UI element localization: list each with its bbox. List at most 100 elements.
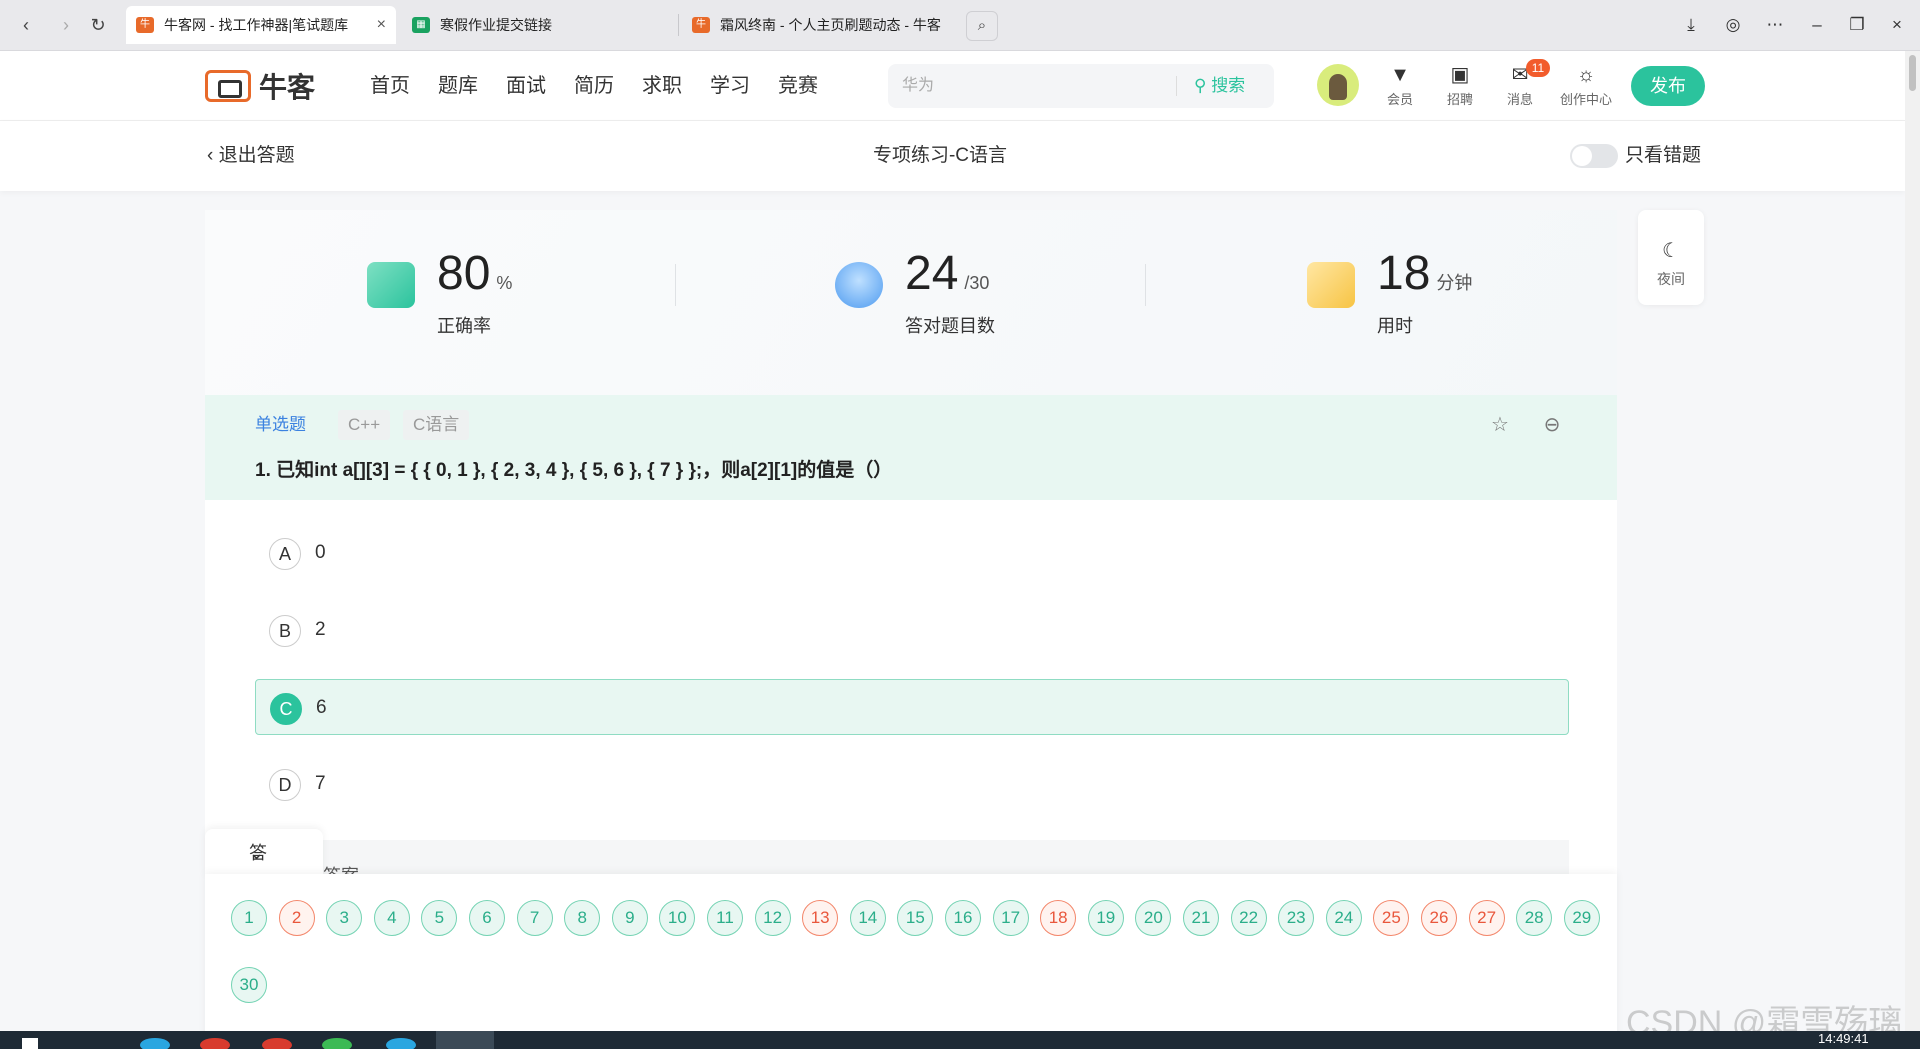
tag-cpp[interactable]: C++ xyxy=(338,410,391,440)
question-number-27[interactable]: 27 xyxy=(1468,900,1505,936)
question-number-25[interactable]: 25 xyxy=(1373,900,1410,936)
question-number-11[interactable]: 11 xyxy=(707,900,743,936)
question-number-15[interactable]: 15 xyxy=(897,900,934,936)
remove-icon[interactable]: ⊖ xyxy=(1540,413,1564,437)
question-number-28[interactable]: 28 xyxy=(1516,900,1553,936)
back-icon[interactable]: ‹ xyxy=(14,13,38,37)
taskbar-app-icon[interactable] xyxy=(262,1038,292,1049)
vip-icon: ▼ xyxy=(1390,64,1410,86)
vip-link[interactable]: ▼ 会员 xyxy=(1370,63,1430,108)
taskbar-app-icon[interactable] xyxy=(386,1038,416,1049)
answer-card-toggle[interactable]: 答题卡 ⌄ xyxy=(205,829,323,959)
taskbar-app-icon[interactable] xyxy=(200,1038,230,1049)
time-caption: 用时 xyxy=(1377,316,1413,336)
restore-icon[interactable]: ❐ xyxy=(1842,10,1872,40)
question-number-16[interactable]: 16 xyxy=(945,900,981,936)
option-a[interactable]: A 0 xyxy=(255,525,1569,581)
message-link[interactable]: ✉ 11 消息 xyxy=(1490,59,1550,108)
night-mode-label: 夜间 xyxy=(1657,271,1685,287)
option-c[interactable]: C 6 xyxy=(255,679,1569,735)
question-number-22[interactable]: 22 xyxy=(1230,900,1267,936)
nav-interview[interactable]: 面试 xyxy=(506,51,546,121)
creator-icon: ☼ xyxy=(1576,64,1596,86)
option-d[interactable]: D 7 xyxy=(255,756,1569,812)
question-number-30[interactable]: 30 xyxy=(231,967,267,1003)
globe-icon[interactable]: ◎ xyxy=(1718,10,1748,40)
nav-question-bank[interactable]: 题库 xyxy=(438,51,478,121)
publish-button[interactable]: 发布 xyxy=(1631,66,1705,106)
question-number-7[interactable]: 7 xyxy=(516,900,553,936)
question-number-10[interactable]: 10 xyxy=(659,900,696,936)
close-tab-icon[interactable]: × xyxy=(377,6,386,44)
search-button[interactable]: ⚲ 搜索 xyxy=(1194,64,1245,108)
question-number-24[interactable]: 24 xyxy=(1325,900,1362,936)
search-divider xyxy=(1176,76,1177,96)
logo[interactable]: 牛客 xyxy=(205,68,315,104)
minimize-icon[interactable]: – xyxy=(1802,10,1832,40)
nav-jobs[interactable]: 求职 xyxy=(642,51,682,121)
question-number-18[interactable]: 18 xyxy=(1040,900,1077,936)
windows-start-icon[interactable] xyxy=(22,1038,38,1049)
tag-c-language[interactable]: C语言 xyxy=(403,410,470,440)
creator-label: 创作中心 xyxy=(1559,92,1612,107)
option-b[interactable]: B 2 xyxy=(255,602,1569,658)
question-number-14[interactable]: 14 xyxy=(849,900,886,936)
question-number-9[interactable]: 9 xyxy=(611,900,648,936)
nav-resume[interactable]: 简历 xyxy=(574,51,614,121)
site-header: 牛客 首页 题库 面试 简历 求职 学习 竞赛 ⚲ 搜索 ▼ 会员 ▣ 招聘 ✉… xyxy=(0,51,1905,121)
question-number-17[interactable]: 17 xyxy=(992,900,1029,936)
forward-icon[interactable]: › xyxy=(54,13,78,37)
question-number-19[interactable]: 19 xyxy=(1087,900,1124,936)
wrong-only-label: 只看错题 xyxy=(1625,145,1702,166)
accuracy-caption: 正确率 xyxy=(437,316,491,336)
taskbar-clock: 14:49:41 xyxy=(1818,1031,1869,1046)
close-window-icon[interactable]: × xyxy=(1882,10,1912,40)
recruit-icon: ▣ xyxy=(1450,64,1470,86)
nav-learn[interactable]: 学习 xyxy=(710,51,750,121)
question-number-29[interactable]: 29 xyxy=(1563,900,1600,936)
tab-homework[interactable]: ▦ 寒假作业提交链接 xyxy=(402,6,672,44)
taskbar: 14:49:41 xyxy=(0,1031,1920,1049)
question-number-5[interactable]: 5 xyxy=(421,900,458,936)
question-number-12[interactable]: 12 xyxy=(754,900,791,936)
question-number-2[interactable]: 2 xyxy=(278,900,315,936)
search-input[interactable] xyxy=(902,64,1202,108)
download-icon[interactable]: ⤓ xyxy=(1676,10,1706,40)
reload-icon[interactable]: ↻ xyxy=(86,13,110,37)
question-number-4[interactable]: 4 xyxy=(373,900,410,936)
option-letter: C xyxy=(270,693,302,725)
question-number-21[interactable]: 21 xyxy=(1183,900,1219,936)
tab-nowcoder[interactable]: 牛 牛客网 - 找工作神器|笔试题库 × xyxy=(126,6,396,44)
night-mode-button[interactable]: ☾ 夜间 xyxy=(1638,210,1704,305)
question-number-3[interactable]: 3 xyxy=(326,900,363,936)
taskbar-app-icon[interactable] xyxy=(322,1038,352,1049)
more-icon[interactable]: ⋯ xyxy=(1760,10,1790,40)
question-number-23[interactable]: 23 xyxy=(1278,900,1315,936)
page-scrollbar[interactable] xyxy=(1905,51,1920,1031)
tab-title: 牛客网 - 找工作神器|笔试题库 xyxy=(164,17,349,33)
question-number-1[interactable]: 1 xyxy=(231,900,267,936)
question-number-8[interactable]: 8 xyxy=(564,900,601,936)
nav-home[interactable]: 首页 xyxy=(370,51,410,121)
taskbar-active-app-icon[interactable] xyxy=(436,1031,494,1049)
star-icon[interactable]: ☆ xyxy=(1488,413,1512,437)
tab-profile[interactable]: 牛 霜风终南 - 个人主页刷题动态 - 牛客 xyxy=(682,6,952,44)
taskbar-app-icon[interactable] xyxy=(140,1038,170,1049)
question-number-26[interactable]: 26 xyxy=(1421,900,1457,936)
question-number-20[interactable]: 20 xyxy=(1135,900,1172,936)
scrollbar-thumb[interactable] xyxy=(1909,55,1916,91)
search-tabs-icon[interactable]: ⌕ xyxy=(966,11,998,41)
avatar[interactable] xyxy=(1317,64,1359,106)
recruit-link[interactable]: ▣ 招聘 xyxy=(1430,63,1490,108)
wrong-only-toggle[interactable] xyxy=(1570,144,1618,168)
tab-title: 寒假作业提交链接 xyxy=(440,17,552,33)
nav-contest[interactable]: 竞赛 xyxy=(778,51,818,121)
question-number-6[interactable]: 6 xyxy=(469,900,505,936)
option-letter: B xyxy=(269,615,301,647)
option-text: 7 xyxy=(315,773,326,794)
creator-link[interactable]: ☼ 创作中心 xyxy=(1556,63,1616,108)
clock-icon xyxy=(1307,262,1355,308)
recruit-label: 招聘 xyxy=(1446,92,1473,107)
correct-value: 24/30 xyxy=(905,247,990,300)
question-number-13[interactable]: 13 xyxy=(802,900,839,936)
